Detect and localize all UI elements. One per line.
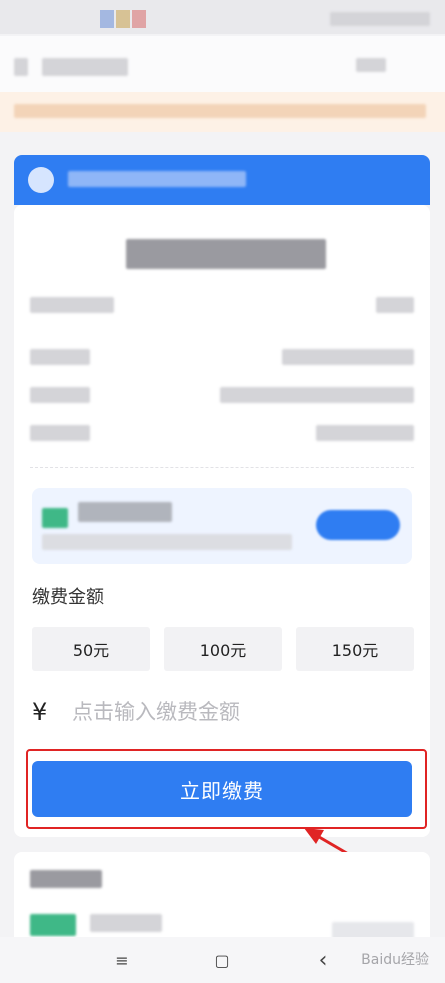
info-value xyxy=(282,349,414,365)
preset-amount-50[interactable]: 50元 xyxy=(32,627,150,671)
status-bar xyxy=(0,0,445,34)
promo-title xyxy=(78,502,172,522)
status-icon xyxy=(100,10,114,28)
account-icon xyxy=(28,167,54,193)
info-value xyxy=(376,297,414,313)
promo-subtitle xyxy=(42,534,292,550)
dashed-divider xyxy=(30,467,414,468)
notice-text xyxy=(14,104,426,118)
top-nav-bar xyxy=(0,36,445,98)
info-value xyxy=(220,387,414,403)
status-icons xyxy=(100,10,146,28)
amount-input[interactable] xyxy=(72,700,402,724)
amount-input-row: ¥ xyxy=(32,693,412,731)
notice-bar[interactable] xyxy=(0,92,445,132)
promo-banner[interactable] xyxy=(32,488,412,564)
pay-now-button[interactable]: 立即缴费 xyxy=(32,761,412,817)
more-icon[interactable] xyxy=(356,58,386,72)
status-right-blur xyxy=(330,12,430,26)
back-nav-icon[interactable]: ‹ xyxy=(308,947,338,973)
banner-text xyxy=(68,171,246,187)
status-icon xyxy=(116,10,130,28)
promo-button[interactable] xyxy=(316,510,400,540)
info-label xyxy=(30,425,90,441)
section-text xyxy=(90,914,162,932)
preset-amounts: 50元 100元 150元 xyxy=(32,627,414,671)
status-icon xyxy=(132,10,146,28)
preset-amount-150[interactable]: 150元 xyxy=(296,627,414,671)
info-label xyxy=(30,349,90,365)
watermark: Baidu经验 xyxy=(361,952,429,968)
info-label xyxy=(30,387,90,403)
account-banner xyxy=(14,155,430,205)
info-label xyxy=(30,297,114,313)
info-value xyxy=(316,425,414,441)
amount-label: 缴费金额 xyxy=(32,587,104,608)
system-nav-bar: ≡ ▢ ‹ Baidu经验 xyxy=(0,937,445,983)
currency-symbol: ¥ xyxy=(32,698,48,726)
promo-icon xyxy=(42,508,68,528)
page-title xyxy=(42,58,128,76)
account-name xyxy=(126,239,326,269)
menu-icon[interactable]: ≡ xyxy=(107,947,137,973)
back-icon[interactable] xyxy=(14,58,28,76)
section-title xyxy=(30,870,102,888)
preset-amount-100[interactable]: 100元 xyxy=(164,627,282,671)
payment-card: 缴费金额 50元 100元 150元 ¥ xyxy=(14,205,430,837)
home-icon[interactable]: ▢ xyxy=(207,947,237,973)
section-icon xyxy=(30,914,76,936)
